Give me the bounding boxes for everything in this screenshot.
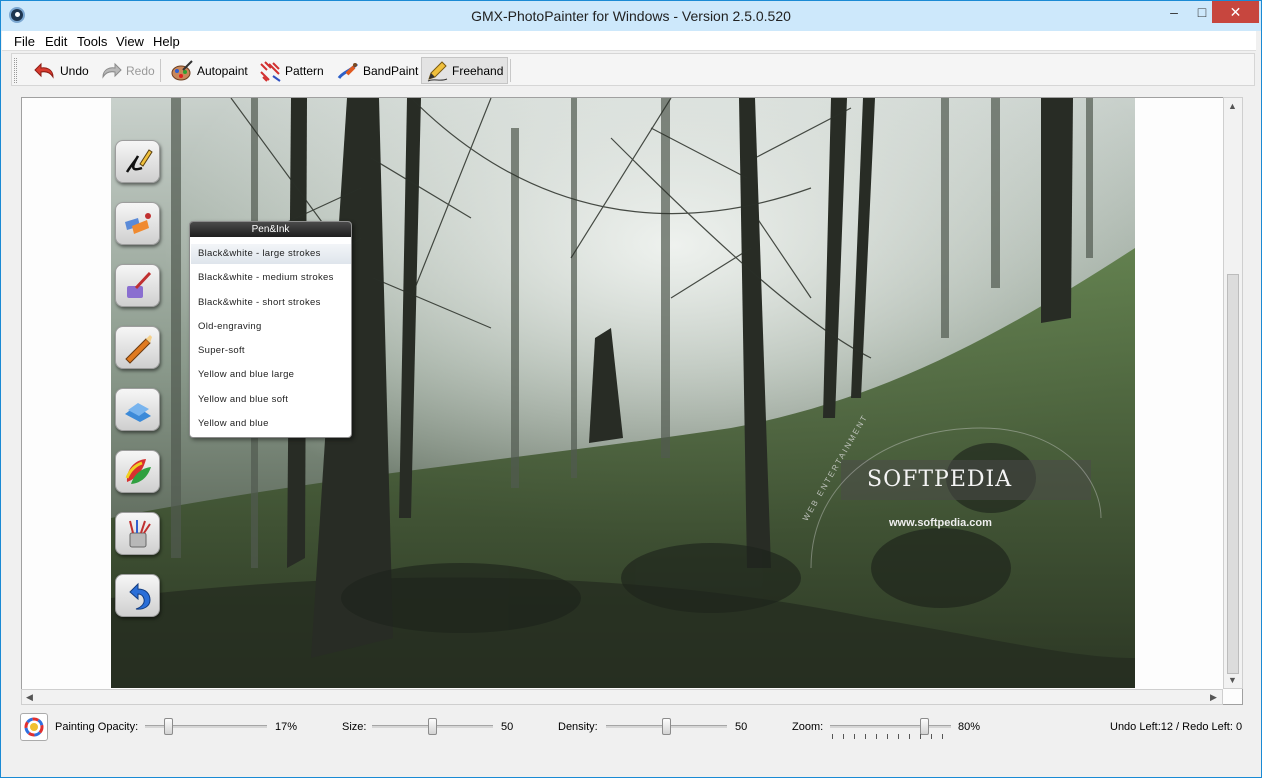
style-item-yellow-blue-large[interactable]: Yellow and blue large <box>191 365 351 385</box>
menu-edit[interactable]: Edit <box>45 34 67 49</box>
pen-ink-icon <box>125 148 153 173</box>
status-bar: Painting Opacity: 17% Size: 50 Density: … <box>2 707 1260 747</box>
app-window: GMX-PhotoPainter for Windows - Version 2… <box>0 0 1262 778</box>
vertical-scroll-thumb[interactable] <box>1227 274 1239 674</box>
bandpaint-label: BandPaint <box>363 63 419 78</box>
opacity-label: Painting Opacity: <box>55 721 139 733</box>
watercolor-tool-button[interactable] <box>115 202 160 245</box>
color-blend-tool-button[interactable] <box>115 450 160 493</box>
freehand-label: Freehand <box>452 63 504 78</box>
zoom-slider-thumb[interactable] <box>920 718 929 735</box>
density-value: 50 <box>735 721 748 733</box>
autopaint-label: Autopaint <box>197 63 248 78</box>
minimize-button[interactable]: – <box>1159 1 1189 23</box>
pattern-button[interactable]: Pattern <box>255 57 328 84</box>
scroll-left-icon[interactable]: ◀ <box>26 692 33 703</box>
scroll-up-icon[interactable]: ▲ <box>1228 101 1237 111</box>
vertical-scrollbar[interactable]: ▲ ▼ <box>1223 97 1243 689</box>
menu-view[interactable]: View <box>116 34 144 49</box>
style-item-bw-medium[interactable]: Black&white - medium strokes <box>191 268 351 288</box>
style-item-yellow-blue-soft[interactable]: Yellow and blue soft <box>191 390 351 410</box>
title-bar: GMX-PhotoPainter for Windows - Version 2… <box>1 1 1261 31</box>
bandpaint-button[interactable]: BandPaint <box>333 57 422 84</box>
density-slider-thumb[interactable] <box>662 718 671 735</box>
menu-bar: File Edit Tools View Help <box>2 31 1256 51</box>
window-title: GMX-PhotoPainter for Windows - Version 2… <box>471 8 791 24</box>
density-label: Density: <box>558 721 598 733</box>
scroll-right-icon[interactable]: ▶ <box>1210 692 1217 703</box>
zoom-slider[interactable] <box>830 718 951 739</box>
scroll-down-icon[interactable]: ▼ <box>1228 675 1237 685</box>
color-leaves-icon <box>125 458 151 484</box>
zoom-value: 80% <box>958 721 981 733</box>
style-item-super-soft[interactable]: Super-soft <box>191 341 351 361</box>
opacity-slider-thumb[interactable] <box>164 718 173 735</box>
undo-label: Undo <box>60 63 89 78</box>
toolbar-grip[interactable] <box>14 58 17 83</box>
undo-side-button[interactable] <box>115 574 160 617</box>
pattern-icon <box>259 60 281 82</box>
opacity-slider[interactable] <box>145 718 267 735</box>
pastel-tool-button[interactable] <box>115 388 160 431</box>
pen-ink-tool-button[interactable] <box>115 140 160 183</box>
undo-arrow-icon <box>34 60 56 82</box>
paint-tubes-icon <box>124 212 151 234</box>
close-button[interactable]: ✕ <box>1212 1 1259 23</box>
undo-button[interactable]: Undo <box>30 57 93 84</box>
popup-title: Pen&Ink <box>190 222 351 237</box>
brush-jar-icon <box>126 271 151 298</box>
color-palette-button[interactable] <box>20 713 48 741</box>
undo-curve-icon <box>128 582 151 610</box>
style-item-bw-large[interactable]: Black&white - large strokes <box>191 244 351 264</box>
pattern-label: Pattern <box>285 63 324 78</box>
brushes-tool-button[interactable] <box>115 512 160 555</box>
softpedia-url: www.softpedia.com <box>889 517 992 529</box>
chalk-icon <box>124 402 151 422</box>
menu-file[interactable]: File <box>14 34 35 49</box>
toolbar: Undo Redo Autopaint Pattern BandPaint Fr… <box>11 53 1255 86</box>
bandpaint-brush-icon <box>337 60 359 82</box>
size-label: Size: <box>342 721 367 733</box>
style-item-old-engraving[interactable]: Old-engraving <box>191 317 351 337</box>
crayon-icon <box>124 334 152 364</box>
menu-help[interactable]: Help <box>153 34 180 49</box>
freehand-pencil-icon <box>426 60 448 82</box>
redo-label: Redo <box>126 63 155 78</box>
style-item-yellow-blue[interactable]: Yellow and blue <box>191 414 351 434</box>
brush-cup-icon <box>128 519 151 547</box>
size-slider-thumb[interactable] <box>428 718 437 735</box>
softpedia-logo: SOFTPEDIA <box>867 467 1013 492</box>
toolbar-separator <box>510 59 511 82</box>
toolbar-separator <box>160 59 161 82</box>
style-item-bw-short[interactable]: Black&white - short strokes <box>191 293 351 313</box>
redo-arrow-icon <box>100 60 122 82</box>
zoom-label: Zoom: <box>792 721 824 733</box>
oil-paint-tool-button[interactable] <box>115 264 160 307</box>
color-wheel-icon <box>24 717 44 737</box>
palette-brush-icon <box>171 59 193 82</box>
redo-button[interactable]: Redo <box>96 57 159 84</box>
autopaint-button[interactable]: Autopaint <box>167 57 252 84</box>
menu-tools[interactable]: Tools <box>77 34 107 49</box>
zoom-ticks <box>832 734 950 739</box>
size-slider[interactable] <box>372 718 493 735</box>
crayon-tool-button[interactable] <box>115 326 160 369</box>
opacity-value: 17% <box>275 721 298 733</box>
horizontal-scrollbar[interactable]: ◀ ▶ <box>21 689 1223 705</box>
window-bottom <box>2 748 1260 777</box>
freehand-button[interactable]: Freehand <box>421 57 509 84</box>
size-value: 50 <box>501 721 514 733</box>
density-slider[interactable] <box>606 718 727 735</box>
pen-ink-style-menu: Pen&Ink Black&white - large strokes Blac… <box>189 221 352 438</box>
undo-redo-counter: Undo Left:12 / Redo Left: 0 <box>1110 721 1243 733</box>
